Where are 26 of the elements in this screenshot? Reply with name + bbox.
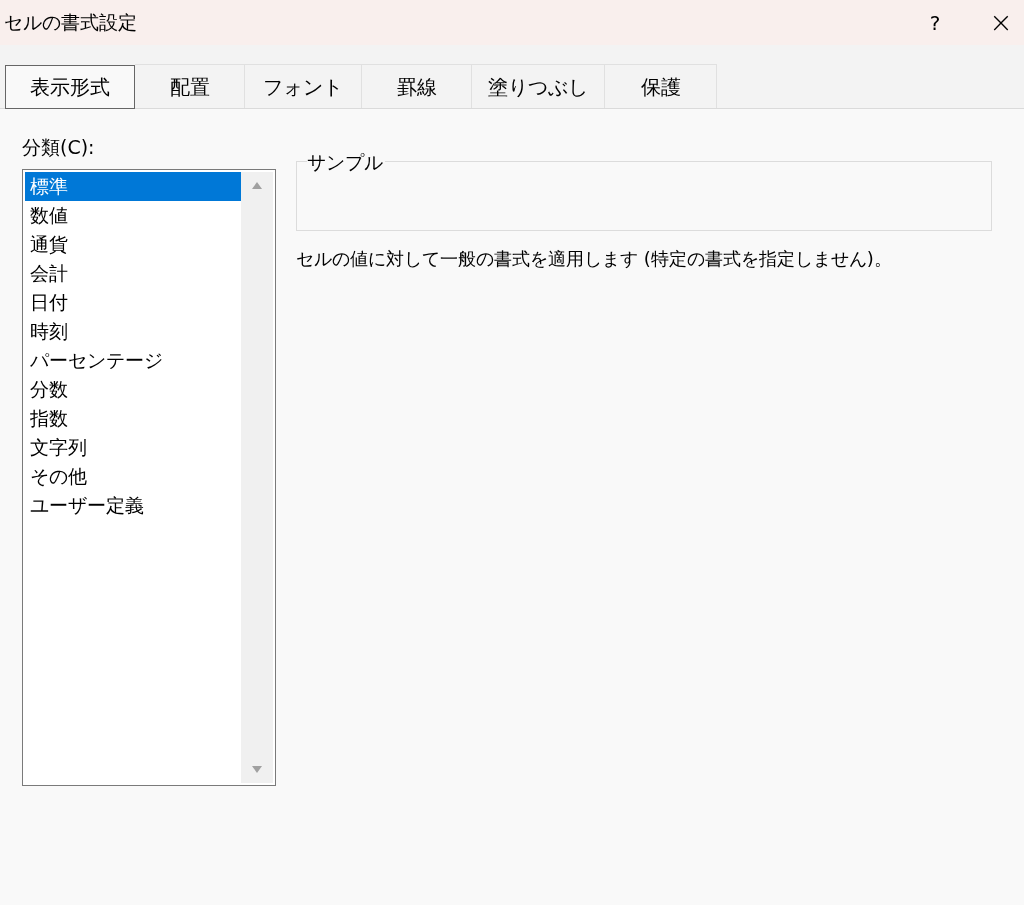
tab[interactable]: 表示形式: [5, 65, 135, 109]
list-item[interactable]: 通貨: [25, 230, 241, 259]
window-title: セルの書式設定: [4, 10, 138, 36]
scroll-down-icon[interactable]: [252, 766, 262, 773]
scroll-up-icon[interactable]: [252, 182, 262, 189]
list-item[interactable]: 時刻: [25, 317, 241, 346]
list-item[interactable]: 文字列: [25, 433, 241, 462]
list-item[interactable]: 指数: [25, 404, 241, 433]
list-item[interactable]: 日付: [25, 288, 241, 317]
list-item[interactable]: 分数: [25, 375, 241, 404]
category-label: 分類(C):: [22, 135, 96, 160]
tab[interactable]: フォント: [245, 64, 362, 108]
list-item[interactable]: パーセンテージ: [25, 346, 241, 375]
tab[interactable]: 塗りつぶし: [472, 64, 605, 108]
tab[interactable]: 保護: [605, 64, 717, 108]
tab[interactable]: 罫線: [362, 64, 472, 108]
tab[interactable]: 配置: [135, 64, 245, 108]
list-item[interactable]: ユーザー定義: [25, 491, 241, 520]
scrollbar[interactable]: [241, 172, 273, 783]
list-item[interactable]: 会計: [25, 259, 241, 288]
description-text: セルの値に対して一般の書式を適用します (特定の書式を指定しません)。: [296, 247, 893, 271]
help-button[interactable]: ?: [912, 0, 958, 45]
list-item[interactable]: 標準: [25, 172, 241, 201]
close-button[interactable]: ×: [978, 0, 1024, 45]
list-item[interactable]: 数値: [25, 201, 241, 230]
list-item[interactable]: その他: [25, 462, 241, 491]
